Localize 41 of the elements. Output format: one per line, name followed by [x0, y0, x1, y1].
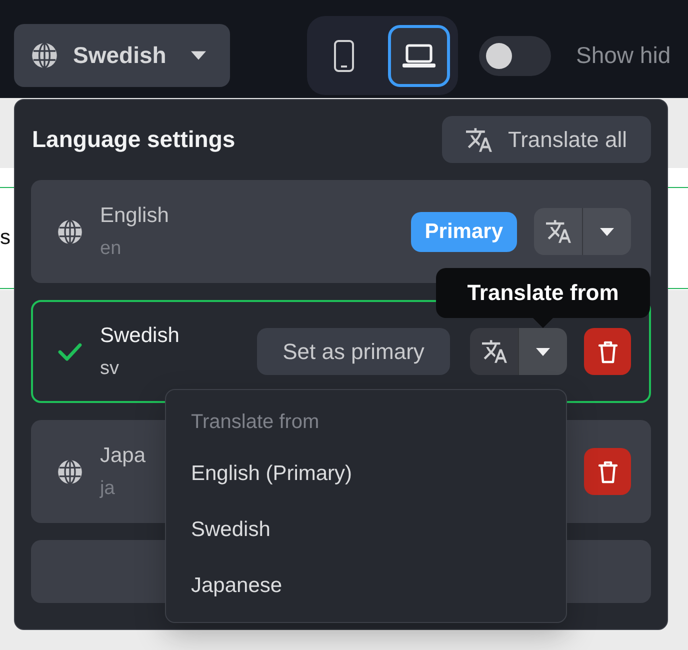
- menu-item[interactable]: English (Primary): [166, 446, 566, 502]
- dropdown-button[interactable]: [582, 208, 631, 255]
- language-code: en: [100, 236, 122, 260]
- translate-icon: [466, 128, 492, 152]
- language-name: Swedish: [100, 322, 180, 348]
- language-name: Japa: [100, 442, 146, 468]
- language-card[interactable]: English en Primary: [31, 180, 651, 283]
- panel-title: Language settings: [31, 126, 236, 153]
- set-primary-button[interactable]: Set as primary: [257, 328, 450, 375]
- language-name: English: [100, 202, 169, 228]
- globe-icon: [57, 218, 83, 244]
- translate-icon: [482, 340, 506, 363]
- delete-button[interactable]: [584, 448, 631, 495]
- translate-all-button[interactable]: Translate all: [442, 116, 651, 163]
- check-icon: [57, 342, 83, 362]
- toggle-label: Show hid: [576, 42, 671, 69]
- menu-item[interactable]: Swedish: [166, 502, 566, 558]
- tooltip: Translate from: [436, 268, 650, 328]
- primary-badge: Primary: [410, 212, 517, 252]
- language-code: sv: [100, 356, 119, 380]
- trash-icon: [598, 340, 618, 364]
- translate-button[interactable]: [534, 208, 582, 255]
- language-code: ja: [100, 476, 115, 500]
- globe-icon: [57, 458, 83, 484]
- menu-item[interactable]: Japanese: [166, 558, 566, 614]
- language-button[interactable]: Swedish: [14, 24, 230, 87]
- translate-button[interactable]: [470, 328, 518, 375]
- caret-icon: [536, 348, 550, 356]
- laptop-icon: [402, 44, 436, 68]
- trash-icon: [598, 460, 618, 484]
- menu-header: Translate from: [190, 410, 320, 434]
- caret-icon: [191, 51, 206, 60]
- delete-button[interactable]: [584, 328, 631, 375]
- toggle-switch[interactable]: [479, 36, 551, 76]
- translate-icon: [546, 220, 570, 243]
- dropdown-button[interactable]: [518, 328, 567, 375]
- device-button[interactable]: [388, 24, 450, 86]
- phone-icon: [334, 40, 354, 72]
- caret-icon: [600, 228, 614, 236]
- row-text: s: [0, 226, 10, 250]
- globe-icon: [31, 42, 58, 69]
